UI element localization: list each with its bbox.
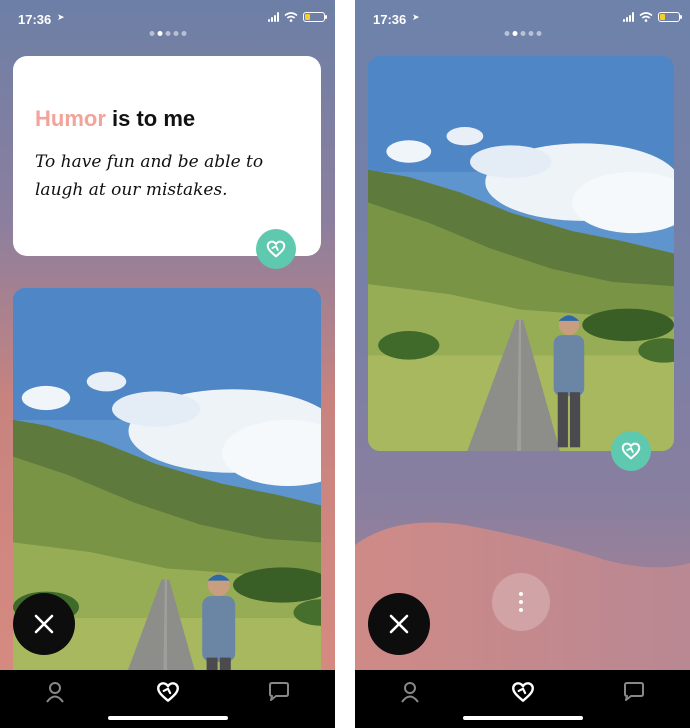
page-dot (181, 31, 186, 36)
tab-discover[interactable] (153, 678, 183, 706)
more-vertical-icon (519, 592, 523, 596)
cellular-signal-icon (268, 12, 279, 22)
location-arrow-icon: ➤ (57, 12, 65, 22)
page-dot (520, 31, 525, 36)
page-dot (536, 31, 541, 36)
chat-bubble-icon (624, 682, 644, 701)
home-indicator (107, 716, 228, 720)
tab-profile[interactable] (40, 678, 70, 706)
location-arrow-icon: ➤ (412, 12, 420, 22)
page-dot (504, 31, 509, 36)
page-dot (149, 31, 154, 36)
tab-messages[interactable] (264, 678, 294, 706)
profile-photo[interactable] (368, 56, 674, 451)
page-dot (173, 31, 178, 36)
profile-icon (401, 682, 419, 703)
photo-image (13, 288, 321, 728)
close-icon (389, 614, 409, 634)
profile-icon (46, 682, 64, 703)
profile-screen-photo: 17:36 ➤ (355, 0, 690, 728)
tab-profile[interactable] (395, 678, 425, 706)
profile-screen-prompt: 17:36 ➤ Humor is to me To have fun and b… (0, 0, 335, 728)
page-dot (528, 31, 533, 36)
status-time: 17:36 (373, 12, 407, 27)
tab-bar (355, 670, 690, 728)
chat-bubble-icon (269, 682, 289, 701)
page-indicator (504, 31, 541, 36)
status-icons (623, 12, 682, 22)
status-time: 17:36 (18, 12, 52, 27)
home-indicator (462, 716, 583, 720)
wifi-icon (284, 12, 298, 22)
page-dot (165, 31, 170, 36)
like-prompt-button[interactable] (256, 229, 296, 269)
profile-photo[interactable] (13, 288, 321, 728)
tab-bar (0, 670, 335, 728)
prompt-title-accent: Humor (35, 106, 106, 131)
tab-messages[interactable] (619, 678, 649, 706)
page-dot-active (157, 31, 162, 36)
heart-icon (620, 440, 642, 462)
status-icons (268, 12, 327, 22)
heart-icon (510, 679, 536, 705)
more-options-button[interactable] (492, 573, 550, 631)
reject-button[interactable] (13, 593, 75, 655)
photo-image (368, 56, 674, 451)
wifi-icon (639, 12, 653, 22)
prompt-title: Humor is to me (35, 106, 195, 132)
prompt-answer: To have fun and be able to laugh at our … (35, 152, 264, 200)
battery-icon (658, 12, 682, 22)
tab-discover[interactable] (508, 678, 538, 706)
like-photo-button[interactable] (611, 431, 651, 471)
page-indicator (149, 31, 186, 36)
heart-icon (155, 679, 181, 705)
close-icon (34, 614, 54, 634)
battery-icon (303, 12, 327, 22)
page-dot-active (512, 31, 517, 36)
prompt-title-rest: is to me (105, 106, 196, 131)
prompt-card: Humor is to me To have fun and be able t… (13, 56, 321, 256)
heart-icon (265, 238, 287, 260)
reject-button[interactable] (368, 593, 430, 655)
cellular-signal-icon (623, 12, 634, 22)
